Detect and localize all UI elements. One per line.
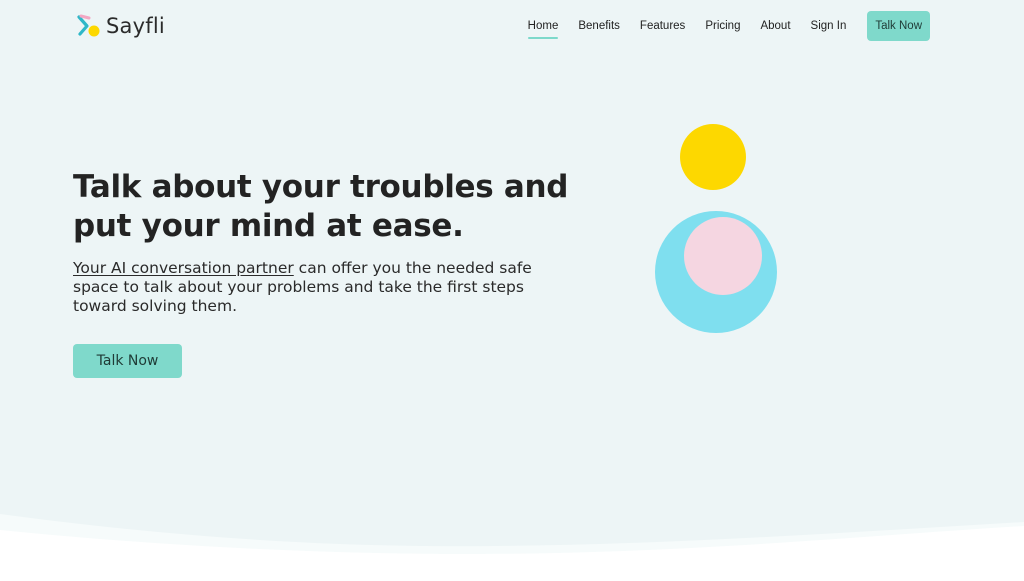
nav-link-benefits[interactable]: Benefits [578,11,620,41]
yellow-circle [680,124,746,190]
brand-name: Sayfli [106,14,165,38]
hero-talk-now-button[interactable]: Talk Now [73,344,182,378]
hero-illustration [655,124,777,333]
logo[interactable]: Sayfli [76,12,165,40]
nav-link-pricing[interactable]: Pricing [705,11,740,41]
pink-circle [684,217,762,295]
nav-link-home[interactable]: Home [527,11,558,41]
hero-description: Your AI conversation partner can offer y… [73,259,573,316]
hero-title: Talk about your troubles and put your mi… [73,169,569,244]
nav-link-features[interactable]: Features [640,11,685,41]
top-navbar: Sayfli Home Benefits Features Pricing Ab… [0,0,1024,52]
bottom-wave [0,514,1024,581]
nav-links: Home Benefits Features Pricing About Sig… [508,11,930,41]
nav-talk-now-button[interactable]: Talk Now [867,11,930,41]
ai-partner-link[interactable]: Your AI conversation partner [73,259,294,277]
nav-link-about[interactable]: About [760,11,790,41]
logo-icon [77,14,100,37]
nav-link-sign-in[interactable]: Sign In [811,11,847,41]
